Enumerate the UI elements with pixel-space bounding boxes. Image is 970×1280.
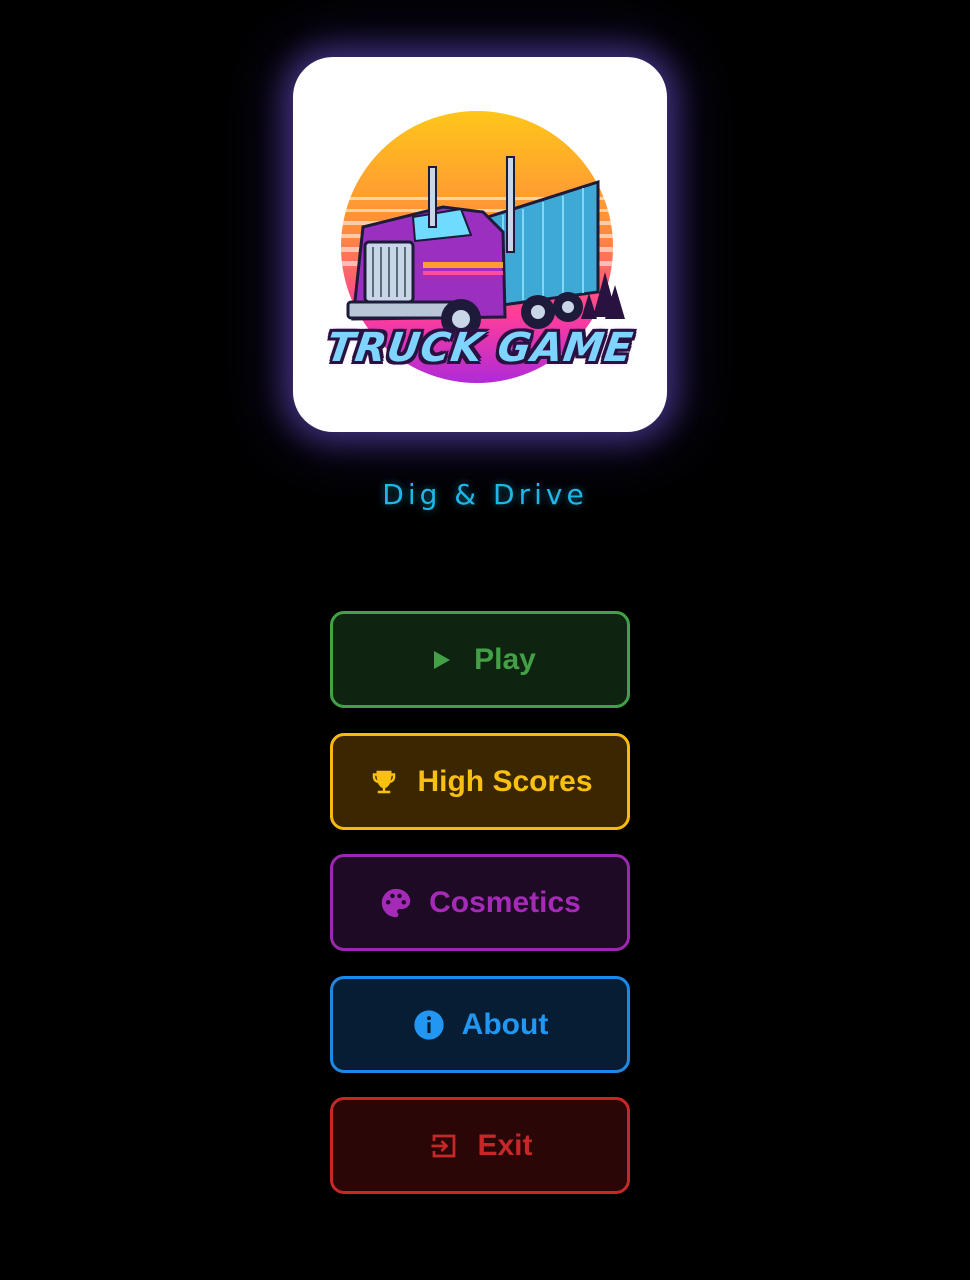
cosmetics-button[interactable]: Cosmetics: [330, 854, 630, 951]
logo-title: TRUCK GAME: [323, 325, 637, 371]
palette-icon: [379, 886, 413, 920]
high-scores-button-label: High Scores: [417, 764, 593, 798]
cosmetics-button-label: Cosmetics: [429, 885, 581, 919]
trophy-icon: [367, 765, 401, 799]
play-icon: [424, 643, 458, 677]
play-button-label: Play: [474, 642, 536, 676]
about-button[interactable]: About: [330, 976, 630, 1073]
info-icon: [412, 1008, 446, 1042]
about-button-label: About: [461, 1007, 549, 1041]
play-button[interactable]: Play: [330, 611, 630, 708]
game-logo: TRUCK GAME: [293, 57, 667, 432]
truck-logo-illustration: [341, 111, 625, 383]
exit-icon: [427, 1129, 461, 1163]
exit-button-label: Exit: [477, 1128, 533, 1162]
exit-button[interactable]: Exit: [330, 1097, 630, 1194]
high-scores-button[interactable]: High Scores: [330, 733, 630, 830]
game-subtitle: Dig & Drive: [382, 478, 588, 511]
